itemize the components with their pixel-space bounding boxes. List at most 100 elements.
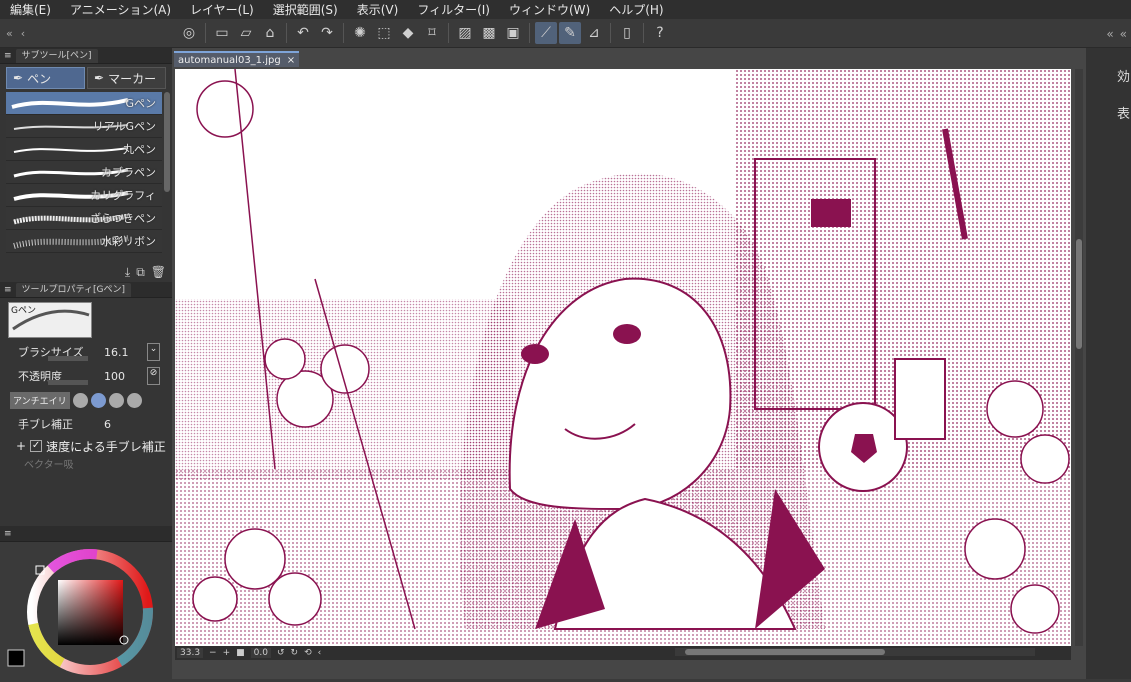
vertical-scroll-thumb[interactable] [1076,239,1082,349]
show-selection-icon[interactable]: ▣ [502,22,524,44]
brush-item-watercolor-ribbon[interactable]: 水彩リボン [6,230,162,253]
antialias-weak-option[interactable] [90,392,106,408]
clear-outside-icon[interactable]: ⬚ [373,22,395,44]
panel-collapse-icon[interactable]: « [6,27,13,40]
snap-ruler-icon[interactable]: ⟋ [535,22,557,44]
separator [643,23,644,43]
brush-item-kabura-pen[interactable]: カブラペン [6,161,162,184]
brush-item-g-pen[interactable]: Gペン [6,92,162,115]
menu-window[interactable]: ウィンドウ(W) [509,1,590,18]
brush-size-value[interactable]: 16.1 [104,346,129,359]
clear-icon[interactable]: ✺ [349,22,371,44]
transform-icon[interactable]: ⌑ [421,22,443,44]
color-wheel[interactable] [0,542,172,679]
clip-studio-icon[interactable]: ◎ [178,22,200,44]
expand-plus-icon[interactable]: + [16,439,26,453]
canvas-horizontal-scrollbar[interactable] [675,648,1035,656]
duplicate-icon[interactable]: ⧉ [136,265,145,280]
rotate-left-icon[interactable]: ↺ [277,648,285,658]
fill-icon[interactable]: ◆ [397,22,419,44]
save-icon[interactable]: ⌂ [259,22,281,44]
fit-icon[interactable]: ■ [236,648,245,658]
brush-item-real-g-pen[interactable]: リアルGペン [6,115,162,138]
artwork-image[interactable] [175,69,1071,646]
opacity-settings-icon[interactable]: ⊘ [147,367,160,385]
menu-help[interactable]: ヘルプ(H) [609,1,663,18]
canvas-artwork[interactable] [175,69,1071,646]
separator [286,23,287,43]
download-icon[interactable]: ⤓ [125,265,130,280]
snap-special-ruler-icon[interactable]: ✎ [559,22,581,44]
command-bar: « ‹ ◎ ▭ ▱ ⌂ ↶ ↷ ✺ ⬚ ◆ ⌑ ▨ ▩ ▣ ⟋ ✎ ⊿ ▯ ? … [0,19,1131,48]
menu-layer[interactable]: レイヤー(L) [190,1,254,18]
menu-animation[interactable]: アニメーション(A) [70,1,171,18]
brush-size-dropdown-icon[interactable]: ⌄ [147,343,160,361]
brush-list: Gペン リアルGペン 丸ペン カブラペン カリグラフィ ざらつきペン 水彩リボン [0,92,172,262]
redo-icon[interactable]: ↷ [316,22,338,44]
toolbar-left: « ‹ [0,19,172,48]
speed-stabilization-checkbox[interactable]: ✓ [30,440,43,452]
brush-item-calligraphy[interactable]: カリグラフィ [6,184,162,207]
brush-item-round-pen[interactable]: 丸ペン [6,138,162,161]
main-color-swatch[interactable] [7,649,25,667]
command-icons: ◎ ▭ ▱ ⌂ ↶ ↷ ✺ ⬚ ◆ ⌑ ▨ ▩ ▣ ⟋ ✎ ⊿ ▯ ? [178,22,671,46]
open-file-icon[interactable]: ▱ [235,22,257,44]
rotate-right-icon[interactable]: ↻ [291,648,299,658]
stabilization-value[interactable]: 6 [104,418,111,431]
canvas-vertical-scrollbar[interactable] [1075,69,1083,646]
right-panel-tab-1[interactable]: 効 [1117,66,1130,85]
panel-close-icon[interactable]: ‹ [21,27,25,40]
panel-menu-icon[interactable]: ≡ [4,529,12,539]
expand-icon[interactable]: « [1106,27,1113,41]
invert-selection-icon[interactable]: ▩ [478,22,500,44]
toolprop-panel-title[interactable]: ツールプロパティ[Gペン] [15,282,132,297]
brush-size-slider[interactable] [48,356,88,361]
separator [343,23,344,43]
document-tab[interactable]: automanual03_1.jpg × [174,51,300,67]
close-tab-icon[interactable]: × [287,55,295,66]
menu-view[interactable]: 表示(V) [357,1,399,18]
separator [448,23,449,43]
new-file-icon[interactable]: ▭ [211,22,233,44]
flip-icon[interactable]: ‹ [318,648,322,658]
canvas-status-bar: 33.3 − + ■ 0.0 ↺ ↻ ⟲ ‹ [175,646,1071,660]
reset-rotation-icon[interactable]: ⟲ [304,648,312,658]
brush-label: リアルGペン [92,120,156,133]
undo-icon[interactable]: ↶ [292,22,314,44]
zoom-value[interactable]: 33.3 [177,648,204,658]
opacity-slider[interactable] [48,380,88,385]
antialias-medium-option[interactable] [108,392,124,408]
deselect-icon[interactable]: ▨ [454,22,476,44]
collapse-icon[interactable]: « [1120,27,1127,41]
brush-stroke-preview [13,147,129,153]
separator [529,23,530,43]
snap-grid-icon[interactable]: ⊿ [583,22,605,44]
subtool-panel-title[interactable]: サブツール[ペン] [15,48,98,63]
opacity-row: 不透明度 100 ⊘ [4,364,168,388]
stabilization-label: 手ブレ補正 [18,418,73,431]
opacity-value[interactable]: 100 [104,370,125,383]
panel-menu-icon[interactable]: ≡ [4,285,12,295]
menu-filter[interactable]: フィルター(I) [417,1,490,18]
group-marker-button[interactable]: ✒ マーカー [87,67,166,89]
zoom-out-icon[interactable]: − [209,648,217,658]
help-icon[interactable]: ? [649,22,671,44]
brush-item-rough-pen[interactable]: ざらつきペン [6,207,162,230]
group-pen-button[interactable]: ✒ ペン [6,67,85,89]
smartphone-icon[interactable]: ▯ [616,22,638,44]
right-panel-tab-2[interactable]: 表 [1117,103,1130,122]
menu-edit[interactable]: 編集(E) [10,1,51,18]
antialias-strong-option[interactable] [126,392,142,408]
antialias-none-option[interactable] [72,392,88,408]
antialias-row: アンチエイリ [4,388,168,412]
horizontal-scroll-thumb[interactable] [685,649,885,655]
brush-list-scrollbar[interactable] [164,92,170,192]
speed-stabilization-label: 速度による手ブレ補正 [46,439,166,454]
trash-icon[interactable]: 🗑 [151,265,166,279]
color-panel-header: ≡ [0,526,172,542]
brush-label: カリグラフィ [90,189,156,202]
panel-menu-icon[interactable]: ≡ [4,51,12,61]
zoom-in-icon[interactable]: + [223,648,231,658]
menu-selection[interactable]: 選択範囲(S) [273,1,338,18]
rotation-value[interactable]: 0.0 [250,648,271,658]
